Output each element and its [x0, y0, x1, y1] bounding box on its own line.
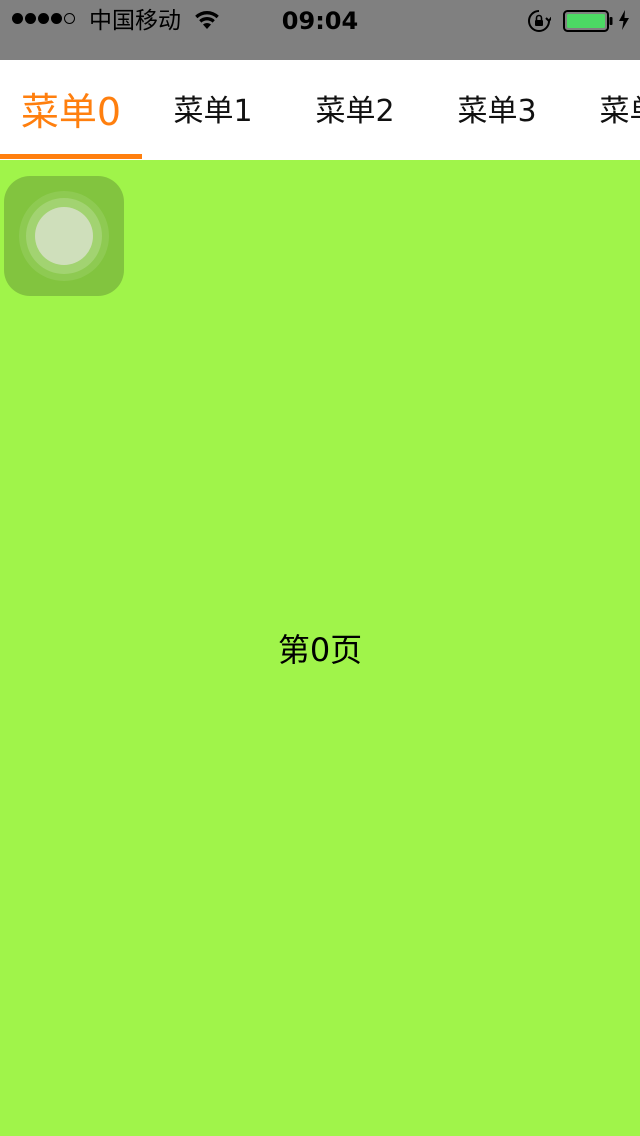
- battery-icon: [563, 10, 613, 36]
- tab-label: 菜单0: [20, 89, 122, 134]
- tab-label: 菜单1: [173, 94, 253, 129]
- assistive-touch-center: [35, 207, 93, 265]
- tab-menu-1[interactable]: 菜单1: [142, 60, 284, 156]
- tab-label: 菜单4: [599, 94, 640, 129]
- tab-menu-2[interactable]: 菜单2: [284, 60, 426, 156]
- active-tab-indicator: [0, 154, 142, 159]
- assistive-touch-icon[interactable]: [4, 176, 124, 296]
- page-content[interactable]: 第0页: [0, 160, 640, 1136]
- tab-label: 菜单2: [315, 94, 395, 129]
- orientation-lock-icon: [527, 9, 553, 37]
- tab-bar: 菜单0 菜单1 菜单2 菜单3 菜单4: [0, 60, 640, 160]
- tab-menu-4[interactable]: 菜单4: [568, 60, 640, 156]
- charging-bolt-icon: [618, 10, 630, 34]
- tab-menu-3[interactable]: 菜单3: [426, 60, 568, 156]
- status-bar: 中国移动 09:04: [0, 0, 640, 60]
- tab-menu-0[interactable]: 菜单0: [0, 60, 142, 156]
- tab-label: 菜单3: [457, 94, 537, 129]
- page-label: 第0页: [277, 631, 363, 669]
